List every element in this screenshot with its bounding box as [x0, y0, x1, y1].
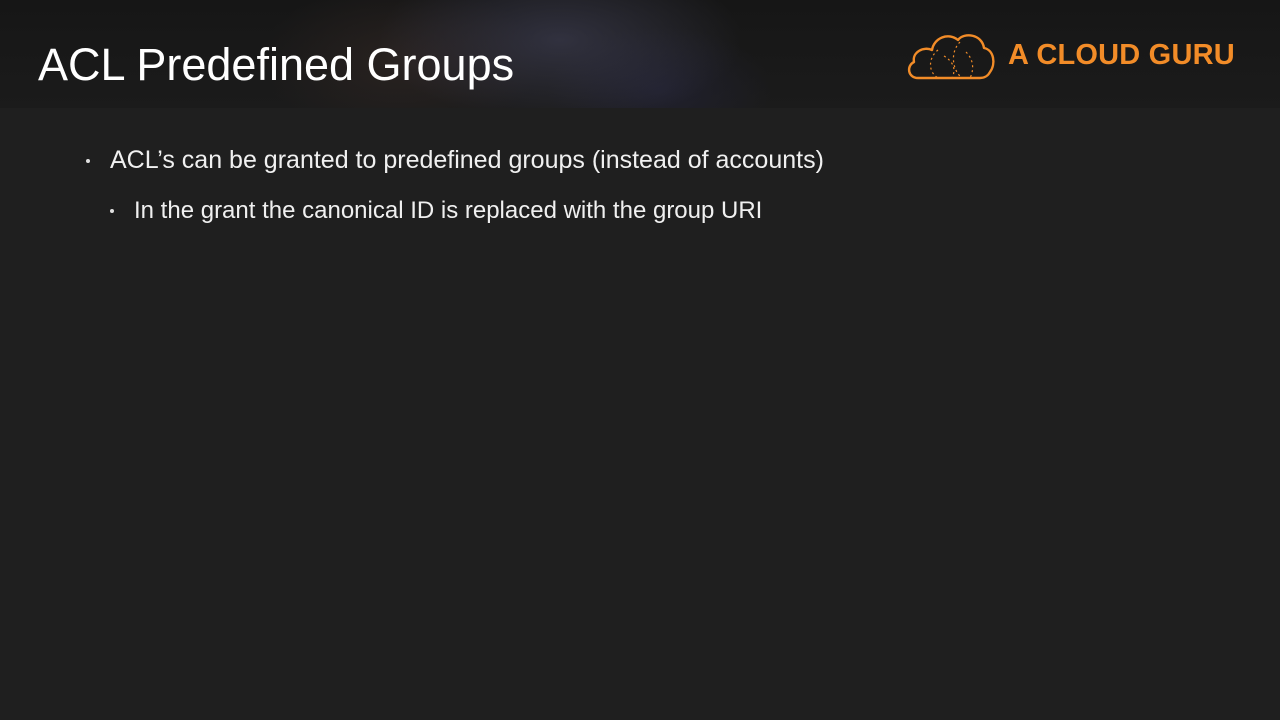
bullet-item-level-2: In the grant the canonical ID is replace… [110, 197, 762, 225]
slide-title: ACL Predefined Groups [38, 39, 515, 90]
bullet-item-level-1: ACL’s can be granted to predefined group… [86, 146, 824, 175]
brand-name: A CLOUD GURU [1008, 38, 1235, 71]
brand-logo: A CLOUD GURU [904, 28, 1235, 82]
bullet-dot-icon [110, 209, 114, 213]
cloud-logo-icon [904, 28, 996, 82]
bullet-text: ACL’s can be granted to predefined group… [110, 146, 824, 174]
slide: ACL Predefined Groups A CLOUD GURU ACL’s… [0, 0, 1280, 720]
bullet-text: In the grant the canonical ID is replace… [134, 197, 763, 224]
header-banner: ACL Predefined Groups A CLOUD GURU [0, 0, 1280, 108]
bullet-dot-icon [86, 158, 90, 163]
